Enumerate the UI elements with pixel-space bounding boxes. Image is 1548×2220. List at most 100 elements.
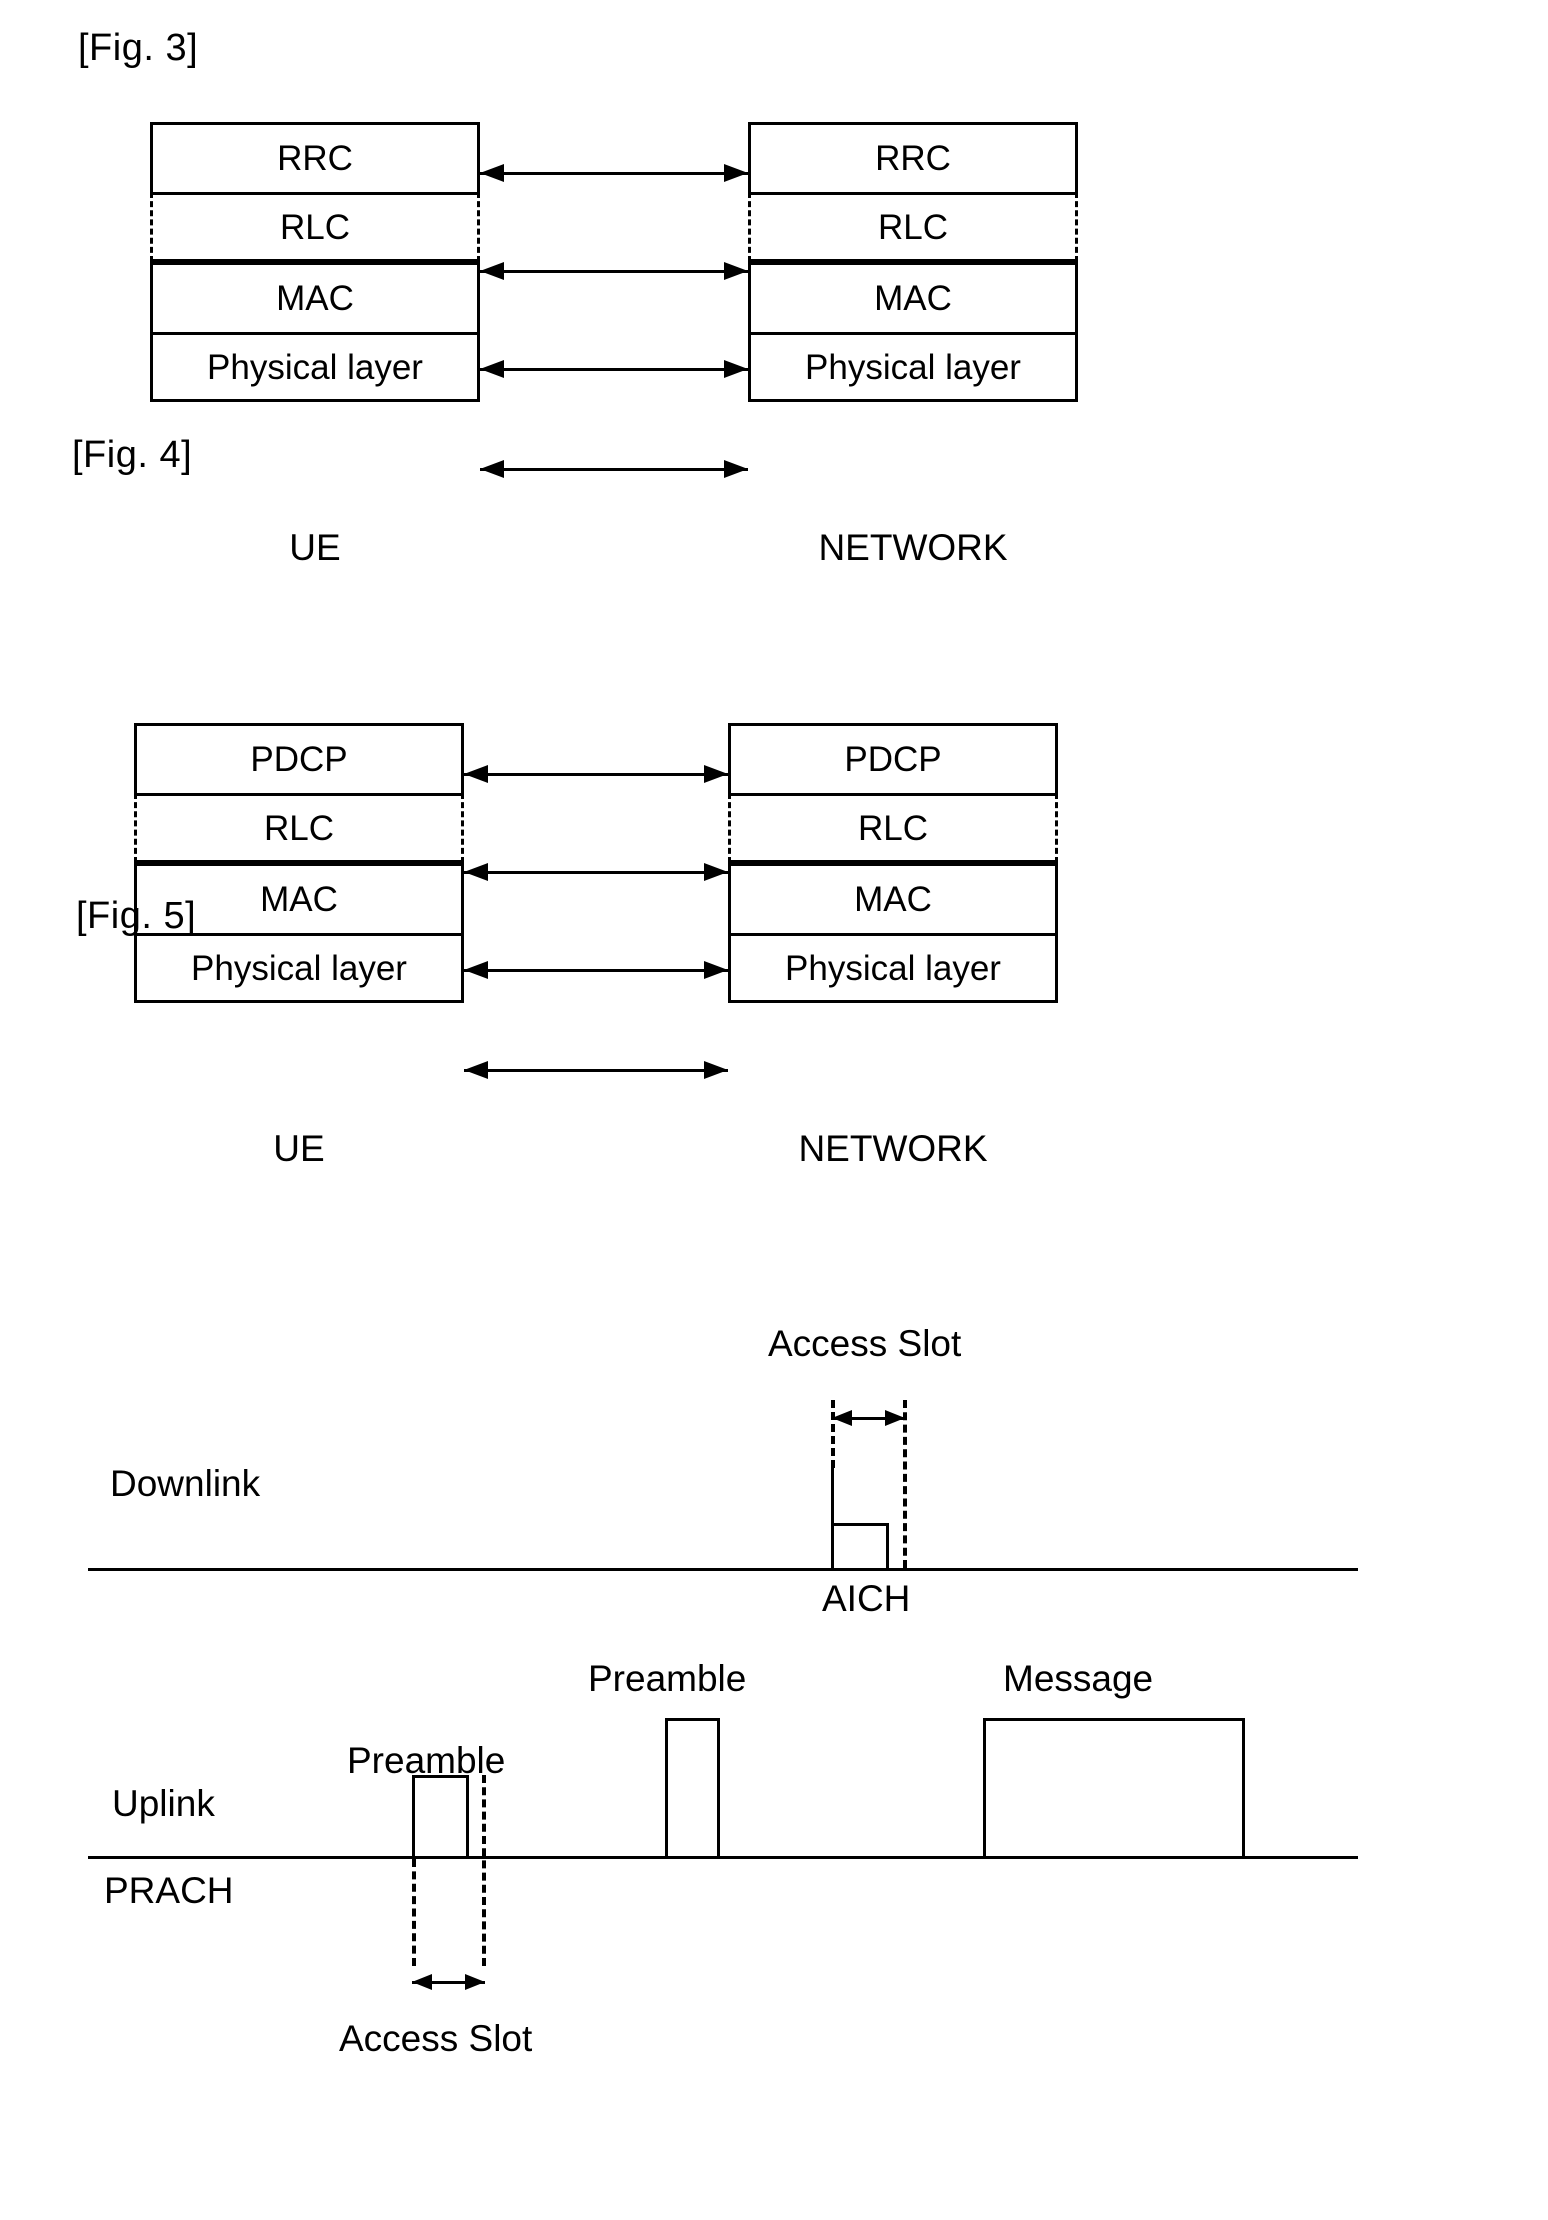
fig3-network-row-mac-label: MAC: [874, 279, 952, 318]
fig4-network-row-pdcp: PDCP: [728, 723, 1058, 793]
fig3-network-row-rrc-label: RRC: [875, 139, 951, 178]
prach-channel-label: PRACH: [104, 1870, 234, 1911]
fig3-ue-row-rrc: RRC: [150, 122, 480, 192]
uplink-axis-line: [88, 1856, 1358, 1859]
fig4-arrow-rlc: [464, 863, 728, 881]
fig3-ue-row-physical-layer: Physical layer: [150, 332, 480, 402]
fig4-arrow-mac: [464, 961, 728, 979]
fig3-arrow-physical-layer-head-left: [480, 460, 504, 478]
uplink-access-slot-measure-head-left: [412, 1974, 432, 1990]
uplink-access-slot-measure: [412, 1974, 485, 1990]
figure-4-caption: [Fig. 4]: [72, 434, 193, 476]
patent-figure-page: [Fig. 3] RRC RLC MAC Physical layer UE R…: [0, 0, 1548, 2220]
fig4-network-row-rlc: RLC: [728, 793, 1058, 863]
downlink-axis-line: [88, 1568, 1358, 1571]
fig3-arrow-rrc-head-left: [480, 164, 504, 182]
fig3-arrow-rlc-head-right: [724, 262, 748, 280]
fig3-arrow-mac: [480, 360, 748, 378]
fig4-ue-row-rlc: RLC: [134, 793, 464, 863]
downlink-access-slot-measure-head-left: [832, 1410, 852, 1426]
fig3-ue-row-physical-layer-label: Physical layer: [207, 347, 423, 387]
aich-channel-label: AICH: [822, 1578, 911, 1619]
fig4-arrow-rlc-head-left: [464, 863, 488, 881]
fig3-ue-row-mac: MAC: [150, 262, 480, 332]
fig4-arrow-physical-layer: [464, 1061, 728, 1079]
fig3-network-row-mac: MAC: [748, 262, 1078, 332]
fig4-ue-row-physical-layer-label: Physical layer: [191, 948, 407, 988]
fig3-arrow-rlc-head-left: [480, 262, 504, 280]
uplink-preamble-2-pulse: [665, 1718, 720, 1858]
fig3-arrow-rlc-shaft: [480, 270, 748, 273]
fig4-ue-row-pdcp-label: PDCP: [250, 740, 348, 779]
downlink-access-slot-label: Access Slot: [768, 1323, 962, 1364]
fig3-ue-row-rlc-label: RLC: [279, 207, 351, 247]
fig4-network-row-pdcp-label: PDCP: [844, 740, 942, 779]
fig4-arrow-rlc-shaft: [464, 871, 728, 874]
fig4-network-row-mac: MAC: [728, 863, 1058, 933]
uplink-preamble-1-pulse: [412, 1775, 469, 1858]
fig4-ue-row-rlc-label: RLC: [263, 808, 335, 848]
fig4-ue-caption: UE: [273, 1128, 325, 1169]
fig3-ue-row-mac-label: MAC: [276, 279, 354, 318]
figure-5-caption: [Fig. 5]: [76, 895, 197, 937]
fig3-network-row-physical-layer-label: Physical layer: [805, 347, 1021, 387]
fig4-ue-protocol-stack: PDCP RLC MAC Physical layer: [134, 723, 464, 1003]
fig4-ue-row-mac-label: MAC: [260, 880, 338, 919]
fig3-ue-row-rlc: RLC: [150, 192, 480, 262]
fig4-arrow-pdcp-shaft: [464, 773, 728, 776]
fig3-arrow-physical-layer-shaft: [480, 468, 748, 471]
downlink-axis-label: Downlink: [110, 1463, 261, 1504]
fig3-arrow-mac-head-left: [480, 360, 504, 378]
fig3-network-row-rlc-label: RLC: [877, 207, 949, 247]
fig3-network-row-rlc: RLC: [748, 192, 1078, 262]
fig4-arrow-physical-layer-shaft: [464, 1069, 728, 1072]
fig3-arrow-rrc-head-right: [724, 164, 748, 182]
uplink-slot-boundary-right-dashed: [482, 1775, 486, 1966]
fig3-network-row-physical-layer: Physical layer: [748, 332, 1078, 402]
fig4-arrow-mac-head-left: [464, 961, 488, 979]
fig3-arrow-mac-shaft: [480, 368, 748, 371]
fig4-arrow-pdcp: [464, 765, 728, 783]
fig3-ue-protocol-stack: RRC RLC MAC Physical layer: [150, 122, 480, 402]
uplink-axis-label: Uplink: [112, 1783, 215, 1824]
fig3-arrow-mac-head-right: [724, 360, 748, 378]
uplink-slot-boundary-left-dashed: [412, 1859, 416, 1966]
fig4-network-caption: NETWORK: [798, 1128, 988, 1169]
aich-pulse: [831, 1523, 889, 1570]
uplink-preamble-1-label: Preamble: [347, 1740, 506, 1781]
fig4-arrow-pdcp-head-left: [464, 765, 488, 783]
downlink-access-slot-measure-head-right: [885, 1410, 905, 1426]
fig4-arrow-pdcp-head-right: [704, 765, 728, 783]
fig3-ue-row-rrc-label: RRC: [277, 139, 353, 178]
downlink-slot-boundary-left-dashed: [831, 1400, 835, 1468]
fig3-network-row-rrc: RRC: [748, 122, 1078, 192]
uplink-message-pulse: [983, 1718, 1245, 1858]
fig3-arrow-rrc-shaft: [480, 172, 748, 175]
fig4-network-row-rlc-label: RLC: [857, 808, 929, 848]
fig4-network-row-physical-layer-label: Physical layer: [785, 948, 1001, 988]
figure-3-caption: [Fig. 3]: [78, 27, 199, 69]
uplink-access-slot-label: Access Slot: [339, 2018, 533, 2059]
fig4-arrow-physical-layer-head-right: [704, 1061, 728, 1079]
fig3-arrow-rlc: [480, 262, 748, 280]
fig4-ue-row-pdcp: PDCP: [134, 723, 464, 793]
uplink-preamble-2-label: Preamble: [588, 1658, 747, 1699]
fig4-network-protocol-stack: PDCP RLC MAC Physical layer: [728, 723, 1058, 1003]
fig4-ue-row-physical-layer: Physical layer: [134, 933, 464, 1003]
fig4-arrow-mac-head-right: [704, 961, 728, 979]
fig4-arrow-rlc-head-right: [704, 863, 728, 881]
fig3-arrow-physical-layer-head-right: [724, 460, 748, 478]
uplink-message-label: Message: [1003, 1658, 1154, 1699]
fig3-network-protocol-stack: RRC RLC MAC Physical layer: [748, 122, 1078, 402]
fig4-arrow-mac-shaft: [464, 969, 728, 972]
uplink-access-slot-measure-head-right: [465, 1974, 485, 1990]
fig4-network-row-physical-layer: Physical layer: [728, 933, 1058, 1003]
fig4-network-row-mac-label: MAC: [854, 880, 932, 919]
fig3-arrow-rrc: [480, 164, 748, 182]
downlink-access-slot-measure: [832, 1410, 905, 1426]
fig3-arrow-physical-layer: [480, 460, 748, 478]
fig3-ue-caption: UE: [289, 527, 341, 568]
fig3-network-caption: NETWORK: [818, 527, 1008, 568]
downlink-slot-boundary-right-dashed: [903, 1400, 907, 1568]
fig4-arrow-physical-layer-head-left: [464, 1061, 488, 1079]
